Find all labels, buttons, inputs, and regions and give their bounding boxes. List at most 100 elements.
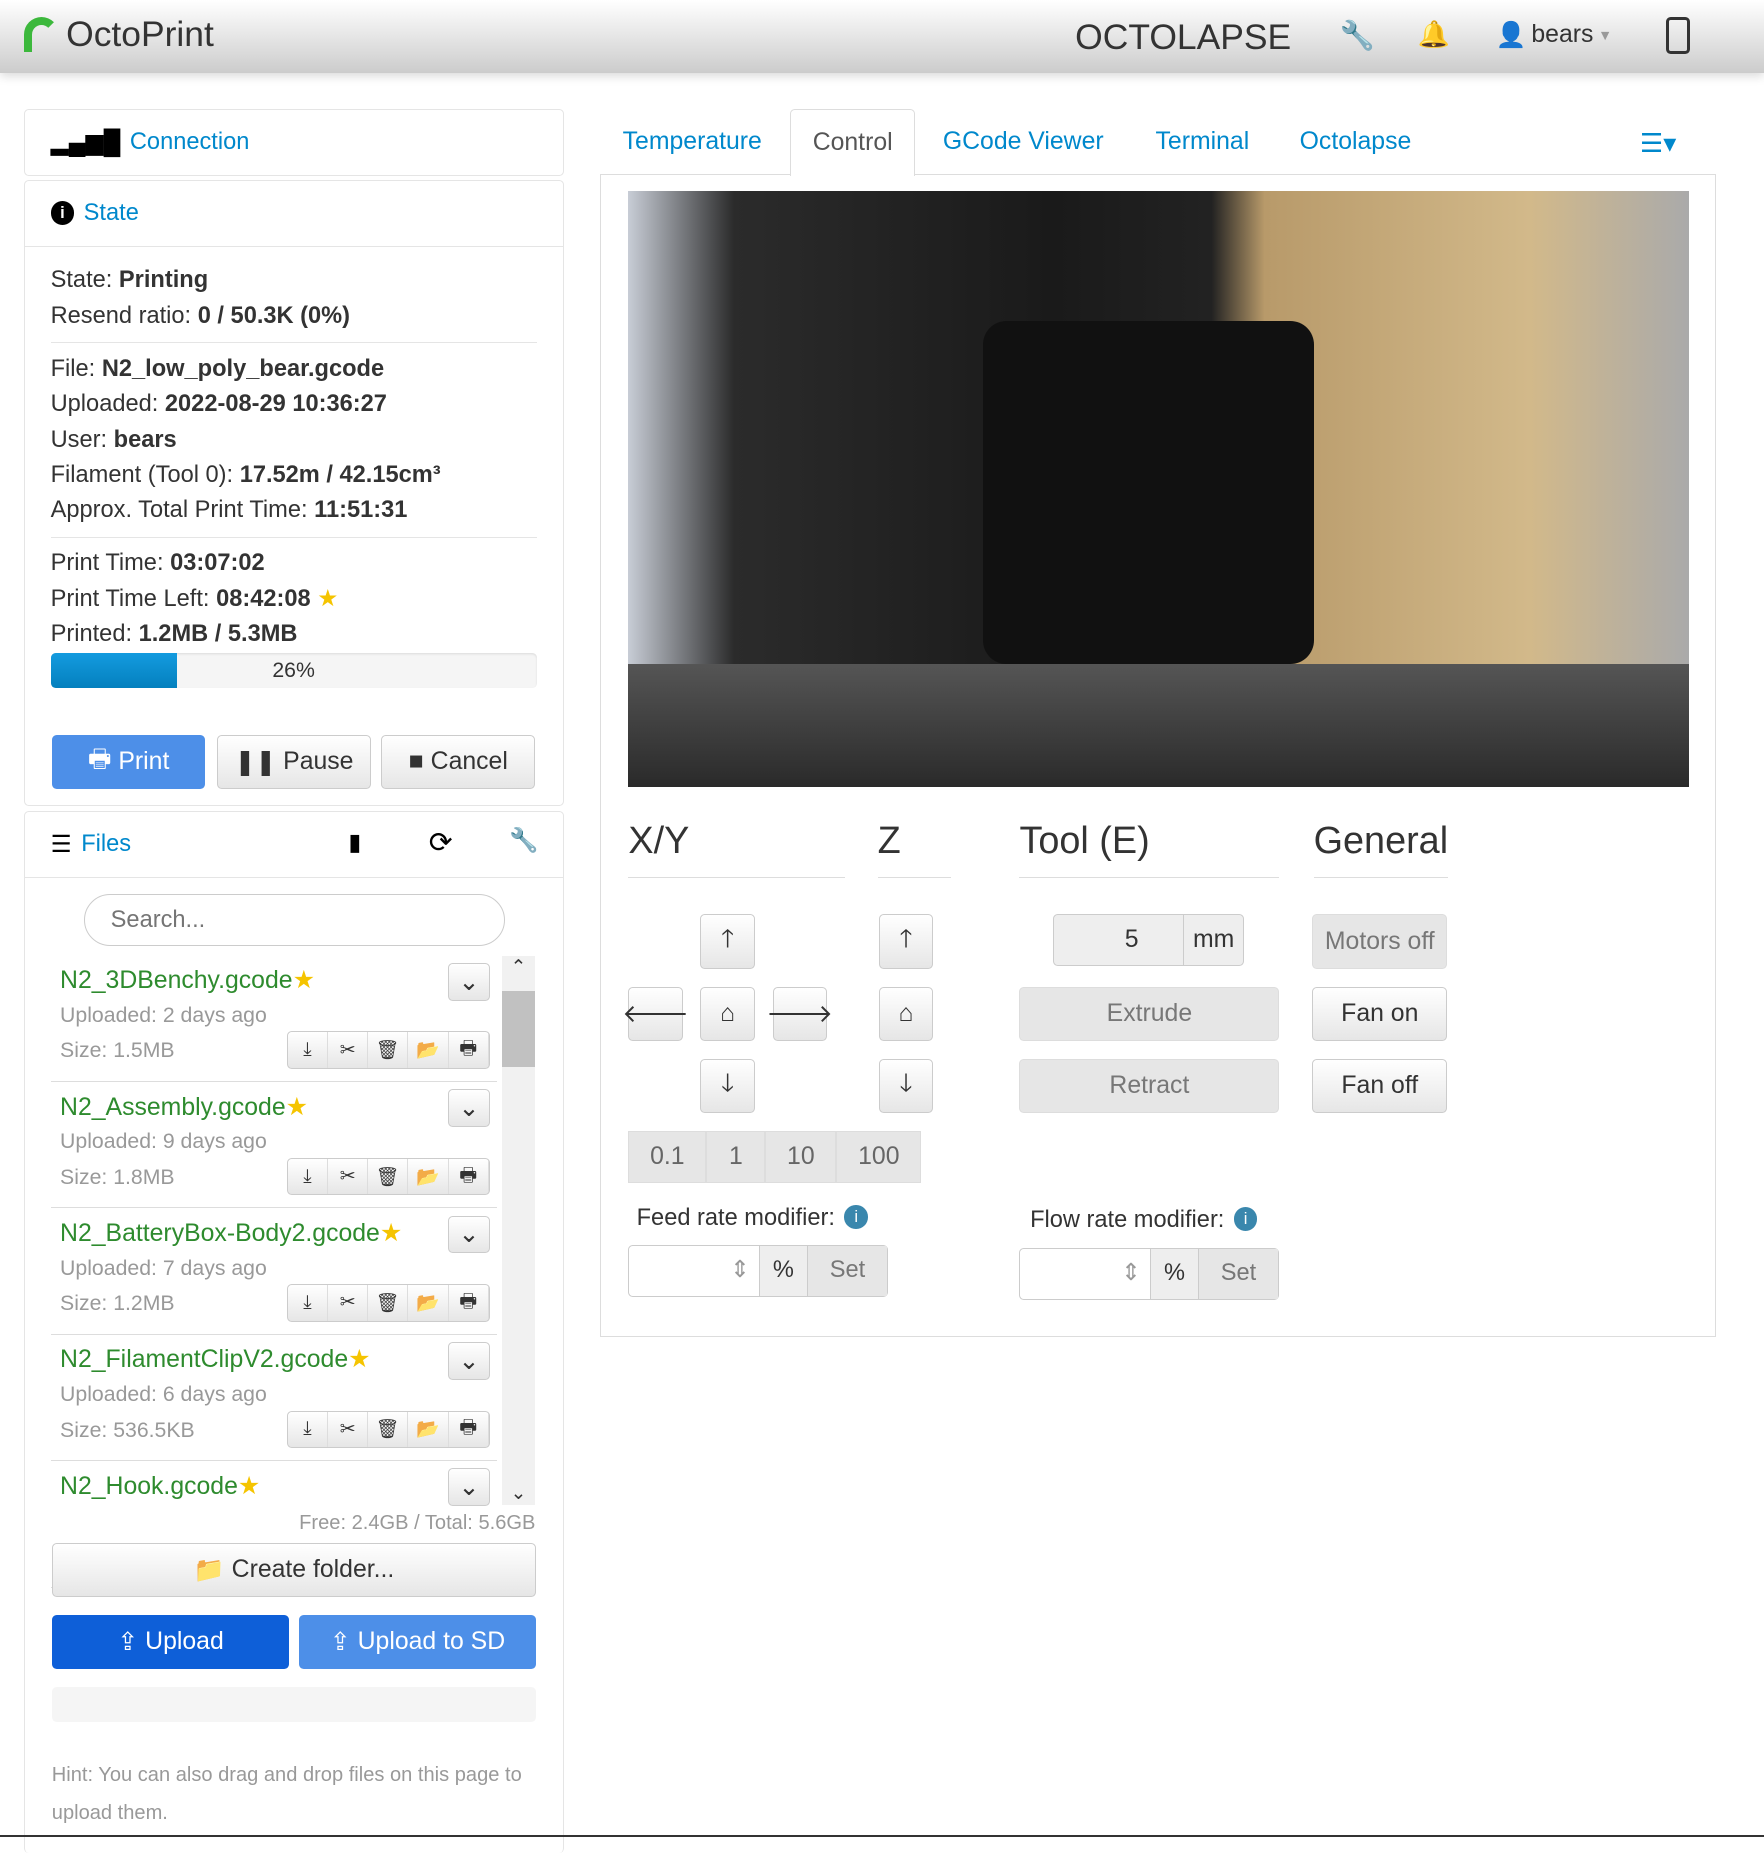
user-icon: 👤	[1495, 22, 1527, 50]
load-icon[interactable]: 📂	[408, 1032, 449, 1069]
wrench-icon[interactable]: 🔧	[1340, 19, 1375, 53]
upload-progress	[51, 1686, 537, 1723]
feed-rate-input[interactable]: ⇕ % Set	[628, 1245, 889, 1298]
file-name[interactable]: N2_FilamentClipV2.gcode★	[60, 1344, 370, 1374]
download-icon[interactable]: ⤓	[288, 1158, 329, 1195]
flow-rate-input[interactable]: ⇕ % Set	[1019, 1247, 1280, 1300]
step-size-100[interactable]: 100	[836, 1130, 922, 1183]
storage-info: Free: 2.4GB / Total: 5.6GB	[299, 1512, 536, 1535]
delete-icon[interactable]: 🗑	[368, 1158, 409, 1195]
wrench-icon[interactable]: 🔧	[509, 826, 538, 855]
file-expand-button[interactable]: ⌄	[447, 1341, 491, 1380]
folder-icon: 📁	[193, 1556, 225, 1584]
jog-z-minus-button[interactable]: 🡓	[878, 1058, 934, 1113]
file-name[interactable]: N2_Hook.gcode★	[60, 1471, 260, 1501]
file-name[interactable]: N2_Assembly.gcode★	[60, 1092, 308, 1122]
bell-icon[interactable]: 🔔	[1418, 19, 1450, 50]
jog-y-plus-button[interactable]: 🡑	[700, 914, 755, 969]
fan-off-button[interactable]: Fan off	[1312, 1058, 1448, 1113]
delete-icon[interactable]: 🗑	[368, 1411, 409, 1448]
print-icon[interactable]: 🖶	[449, 1158, 489, 1195]
download-icon[interactable]: ⤓	[288, 1285, 329, 1321]
connection-panel[interactable]: ▂▄▆█ Connection	[23, 108, 564, 177]
file-actions: ⤓ ✂ 🗑 📂 🖶	[286, 1284, 490, 1322]
user-menu[interactable]: 👤 bears ▼	[1496, 21, 1612, 50]
file-name[interactable]: N2_BatteryBox-Body2.gcode★	[60, 1218, 402, 1248]
tab-temperature[interactable]: Temperature	[623, 128, 762, 156]
brand[interactable]: OctoPrint	[23, 14, 214, 55]
home-z-button[interactable]: ⌂	[878, 986, 934, 1041]
tab-terminal[interactable]: Terminal	[1156, 128, 1250, 156]
extrude-button[interactable]: Extrude	[1019, 986, 1280, 1041]
mobile-icon[interactable]	[1665, 16, 1690, 55]
print-icon[interactable]: 🖶	[449, 1285, 489, 1321]
info-icon[interactable]: i	[844, 1205, 868, 1229]
print-button[interactable]: 🖶 Print	[51, 734, 206, 790]
tab-octolapse[interactable]: Octolapse	[1300, 128, 1412, 156]
refresh-icon[interactable]: ⟳	[429, 826, 453, 860]
tab-gcode-viewer[interactable]: GCode Viewer	[943, 128, 1104, 156]
load-icon[interactable]: 📂	[408, 1285, 449, 1321]
cancel-button[interactable]: ■ Cancel	[381, 734, 536, 790]
file-item[interactable]: N2_Assembly.gcode★ ⌄ Uploaded: 9 days ago…	[50, 1082, 498, 1209]
jog-x-minus-button[interactable]: 🡐	[622, 986, 689, 1041]
step-size-10[interactable]: 10	[765, 1130, 837, 1183]
delete-icon[interactable]: 🗑	[368, 1285, 409, 1321]
connection-title[interactable]: Connection	[130, 129, 250, 156]
print-icon[interactable]: 🖶	[449, 1032, 489, 1069]
tab-overflow-menu-icon[interactable]: ☰▾	[1640, 128, 1676, 159]
slice-icon[interactable]: ✂	[328, 1411, 369, 1448]
download-icon[interactable]: ⤓	[288, 1411, 329, 1448]
slice-icon[interactable]: ✂	[328, 1032, 369, 1069]
file-actions: ⤓ ✂ 🗑 📂 🖶	[286, 1157, 490, 1196]
step-size-1[interactable]: 1	[706, 1130, 766, 1183]
retract-button[interactable]: Retract	[1019, 1058, 1280, 1113]
download-icon[interactable]: ⤓	[288, 1032, 329, 1069]
file-actions: ⤓ ✂ 🗑 📂 🖶	[286, 1031, 490, 1070]
files-title[interactable]: Files	[81, 831, 131, 858]
home-icon: ⌂	[720, 999, 736, 1027]
file-expand-button[interactable]: ⌄	[447, 1215, 491, 1254]
file-expand-button[interactable]: ⌄	[447, 1089, 491, 1127]
upload-hint: Hint: You can also drag and drop files o…	[51, 1763, 522, 1824]
file-list-scrollbar[interactable]: ⌃ ⌄	[501, 955, 536, 1506]
info-icon[interactable]: i	[1233, 1207, 1258, 1232]
star-icon: ★	[237, 1472, 261, 1500]
upload-button[interactable]: ⇪ Upload	[51, 1614, 290, 1670]
tab-control[interactable]: Control	[790, 108, 915, 177]
load-icon[interactable]: 📂	[408, 1411, 449, 1448]
jog-y-minus-button[interactable]: 🡓	[700, 1058, 755, 1113]
print-icon[interactable]: 🖶	[449, 1411, 489, 1448]
home-xy-button[interactable]: ⌂	[700, 986, 755, 1041]
delete-icon[interactable]: 🗑	[368, 1032, 409, 1069]
control-panel: X/Y Z Tool (E) General 🡑 🡐 ⌂ 🡒 🡓 🡑 ⌂ 🡓 0…	[600, 174, 1716, 1338]
flow-rate-set-button[interactable]: Set	[1197, 1248, 1279, 1299]
file-search-input[interactable]	[83, 894, 506, 947]
slice-icon[interactable]: ✂	[328, 1158, 369, 1195]
scrollbar-thumb[interactable]	[501, 991, 536, 1067]
state-title[interactable]: State	[84, 200, 139, 227]
jog-x-plus-button[interactable]: 🡒	[766, 986, 833, 1041]
jog-z-plus-button[interactable]: 🡑	[878, 914, 934, 969]
file-expand-button[interactable]: ⌄	[447, 1468, 491, 1507]
load-icon[interactable]: 📂	[408, 1158, 449, 1195]
file-expand-button[interactable]: ⌄	[447, 962, 491, 1001]
fan-on-button[interactable]: Fan on	[1312, 986, 1448, 1041]
star-icon: ★	[292, 967, 315, 995]
motors-off-button[interactable]: Motors off	[1312, 914, 1448, 969]
upload-icon: ⇪	[329, 1629, 351, 1657]
octolapse-logo[interactable]: OCTOLAPSE	[1075, 17, 1291, 58]
upload-icon: ⇪	[117, 1629, 139, 1657]
file-name[interactable]: N2_3DBenchy.gcode★	[60, 965, 315, 995]
file-item[interactable]: N2_FilamentClipV2.gcode★ ⌄ Uploaded: 6 da…	[50, 1335, 498, 1462]
file-item[interactable]: N2_3DBenchy.gcode★ ⌄ Uploaded: 2 days ago…	[50, 956, 498, 1083]
create-folder-button[interactable]: 📁 Create folder...	[51, 1542, 537, 1598]
slice-icon[interactable]: ✂	[328, 1285, 369, 1321]
step-size-0.1[interactable]: 0.1	[628, 1130, 707, 1183]
tool-amount-input[interactable]: 5 mm	[1052, 914, 1244, 967]
file-item[interactable]: N2_BatteryBox-Body2.gcode★ ⌄ Uploaded: 7 …	[50, 1208, 498, 1335]
upload-sd-button[interactable]: ⇪ Upload to SD	[298, 1614, 537, 1670]
feed-rate-set-button[interactable]: Set	[806, 1246, 888, 1297]
pause-button[interactable]: ❚❚ Pause	[217, 734, 371, 790]
sd-card-icon[interactable]: ▮	[348, 828, 361, 857]
